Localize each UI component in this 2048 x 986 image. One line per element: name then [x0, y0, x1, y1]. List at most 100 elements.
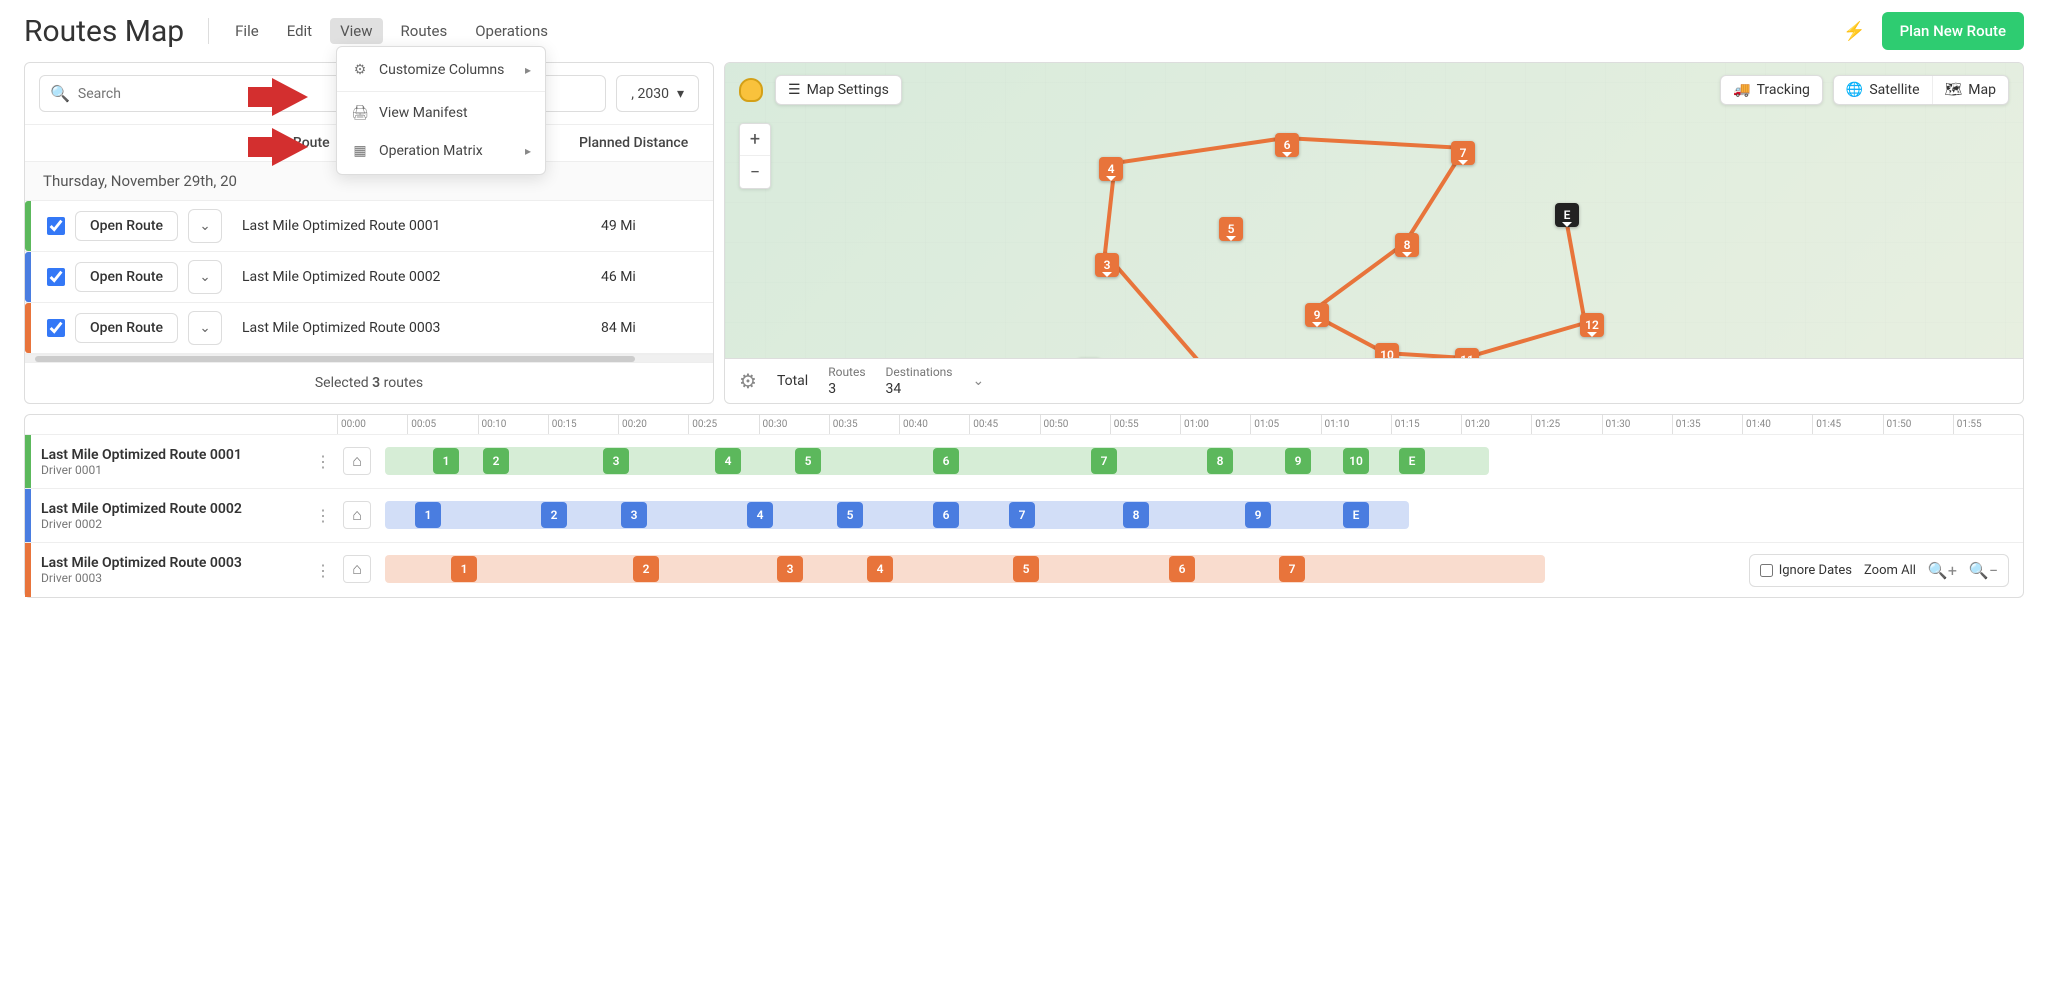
timeline-stop[interactable]: 8: [1123, 502, 1149, 528]
summary-expand-button[interactable]: ⌄: [972, 373, 984, 389]
timeline-stop[interactable]: 4: [747, 502, 773, 528]
map-pin[interactable]: 6: [1275, 133, 1299, 157]
timeline-tick: 00:00: [337, 415, 407, 434]
timeline-stop[interactable]: 4: [867, 556, 893, 582]
dropdown-item-operation-matrix[interactable]: ▦Operation Matrix▸: [337, 132, 545, 170]
map-pin[interactable]: 9: [1305, 303, 1329, 327]
timeline-row-menu[interactable]: ⋮: [311, 506, 335, 525]
timeline-row: Last Mile Optimized Route 0003Driver 000…: [25, 543, 2023, 597]
timeline-stop[interactable]: 9: [1285, 448, 1311, 474]
pegman-icon[interactable]: [739, 78, 763, 102]
ignore-dates-label: Ignore Dates: [1779, 563, 1852, 578]
timeline-label[interactable]: Last Mile Optimized Route 0002Driver 000…: [31, 495, 311, 537]
timeline-tick: 00:10: [478, 415, 548, 434]
timeline-stop[interactable]: 8: [1207, 448, 1233, 474]
timeline-stop[interactable]: 3: [603, 448, 629, 474]
zoom-in-button[interactable]: +: [740, 124, 770, 156]
plan-new-route-button[interactable]: Plan New Route: [1882, 12, 2024, 50]
timeline-track[interactable]: ⌂ 12 3 4 5 6 7 8 9 10 E: [335, 435, 2023, 488]
timeline-stop[interactable]: 2: [541, 502, 567, 528]
timeline-label[interactable]: Last Mile Optimized Route 0001Driver 000…: [31, 441, 311, 483]
menu-item-operations[interactable]: Operations: [465, 18, 558, 44]
timeline-stop[interactable]: 5: [1013, 556, 1039, 582]
map-pin[interactable]: 4: [1099, 157, 1123, 181]
zoom-out-button[interactable]: −: [740, 156, 770, 188]
timeline-stop[interactable]: 5: [795, 448, 821, 474]
open-route-button[interactable]: Open Route: [75, 211, 178, 241]
timeline-stop[interactable]: 3: [777, 556, 803, 582]
timeline-stop[interactable]: 2: [483, 448, 509, 474]
zoom-out-icon[interactable]: 🔍−: [1969, 561, 1998, 580]
timeline-stop[interactable]: 5: [837, 502, 863, 528]
route-row[interactable]: Open Route ⌄ Last Mile Optimized Route 0…: [25, 303, 713, 354]
expand-route-button[interactable]: ⌄: [188, 311, 222, 345]
timeline-stop[interactable]: 7: [1279, 556, 1305, 582]
timeline-stop[interactable]: 7: [1091, 448, 1117, 474]
timeline-track[interactable]: ⌂ 1 2 3 4 5 6 7 8 9 E: [335, 489, 2023, 542]
home-icon[interactable]: ⌂: [343, 447, 371, 475]
dropdown-item-customize-columns[interactable]: ⚙Customize Columns▸: [337, 51, 545, 89]
timeline-stop[interactable]: 1: [451, 556, 477, 582]
expand-route-button[interactable]: ⌄: [188, 209, 222, 243]
menu-item-file[interactable]: File: [225, 18, 269, 44]
timeline-stop[interactable]: 1: [415, 502, 441, 528]
timeline-tick: 01:20: [1461, 415, 1531, 434]
timeline-stop[interactable]: 2: [633, 556, 659, 582]
zoom-in-icon[interactable]: 🔍+: [1928, 561, 1957, 580]
route-checkbox[interactable]: [47, 319, 65, 337]
map-settings-button[interactable]: ☰ Map Settings: [775, 75, 902, 105]
timeline-stop[interactable]: 3: [621, 502, 647, 528]
timeline-row-menu[interactable]: ⋮: [311, 561, 335, 580]
timeline-stop[interactable]: 4: [715, 448, 741, 474]
home-icon[interactable]: ⌂: [343, 501, 371, 529]
menu-item-view[interactable]: View: [330, 18, 382, 44]
map-pin[interactable]: 12: [1580, 313, 1604, 337]
timeline-tick: 01:40: [1742, 415, 1812, 434]
map-pin[interactable]: 5: [1219, 217, 1243, 241]
timeline-stop[interactable]: 6: [933, 502, 959, 528]
map-pin[interactable]: 7: [1451, 141, 1475, 165]
route-color-edge: [25, 252, 31, 302]
tracking-button[interactable]: 🚚 Tracking: [1721, 76, 1822, 104]
timeline-stop[interactable]: 6: [1169, 556, 1195, 582]
map-pin[interactable]: S: [1363, 403, 1387, 404]
timeline-stop[interactable]: E: [1399, 448, 1425, 474]
map-pin[interactable]: 1: [1433, 403, 1457, 404]
expand-route-button[interactable]: ⌄: [188, 260, 222, 294]
timeline-stop[interactable]: 10: [1343, 448, 1369, 474]
open-route-button[interactable]: Open Route: [75, 313, 178, 343]
home-icon[interactable]: ⌂: [343, 555, 371, 583]
column-header-distance[interactable]: Planned Distance: [579, 135, 729, 151]
route-checkbox[interactable]: [47, 217, 65, 235]
dropdown-item-view-manifest[interactable]: 🖨View Manifest: [337, 94, 545, 132]
route-row[interactable]: Open Route ⌄ Last Mile Optimized Route 0…: [25, 252, 713, 303]
zoom-all-button[interactable]: Zoom All: [1864, 563, 1916, 578]
menu-item-edit[interactable]: Edit: [277, 18, 322, 44]
menu-item-routes[interactable]: Routes: [391, 18, 458, 44]
map-panel[interactable]: Houston ☰ Map Settings 🚚 Tracking 🌐 Sate…: [724, 62, 2024, 404]
map-pin[interactable]: 3: [1095, 253, 1119, 277]
timeline-stop[interactable]: E: [1343, 502, 1369, 528]
open-route-button[interactable]: Open Route: [75, 262, 178, 292]
route-checkbox[interactable]: [47, 268, 65, 286]
timeline-stop[interactable]: 1: [433, 448, 459, 474]
map-button[interactable]: 🗺 Map: [1933, 76, 2008, 104]
timeline-stop[interactable]: 7: [1009, 502, 1035, 528]
timeline-stop[interactable]: 9: [1245, 502, 1271, 528]
truck-icon: 🚚: [1733, 82, 1750, 98]
map-pin[interactable]: E: [1555, 203, 1579, 227]
scrollbar-thumb[interactable]: [35, 356, 635, 362]
ignore-dates-input[interactable]: [1760, 564, 1773, 577]
map-pin[interactable]: 8: [1395, 233, 1419, 257]
gear-icon[interactable]: ⚙: [739, 369, 757, 393]
timeline-stop[interactable]: 6: [933, 448, 959, 474]
timeline-row-menu[interactable]: ⋮: [311, 452, 335, 471]
route-name: Last Mile Optimized Route 0001: [242, 218, 591, 234]
date-filter[interactable]: , 2030 ▾: [616, 75, 699, 112]
horizontal-scrollbar[interactable]: [25, 354, 713, 362]
satellite-button[interactable]: 🌐 Satellite: [1834, 76, 1933, 104]
route-row[interactable]: Open Route ⌄ Last Mile Optimized Route 0…: [25, 201, 713, 252]
ignore-dates-checkbox[interactable]: Ignore Dates: [1760, 563, 1852, 578]
timeline-label[interactable]: Last Mile Optimized Route 0003Driver 000…: [31, 549, 311, 591]
bolt-icon[interactable]: ⚡: [1843, 21, 1865, 42]
